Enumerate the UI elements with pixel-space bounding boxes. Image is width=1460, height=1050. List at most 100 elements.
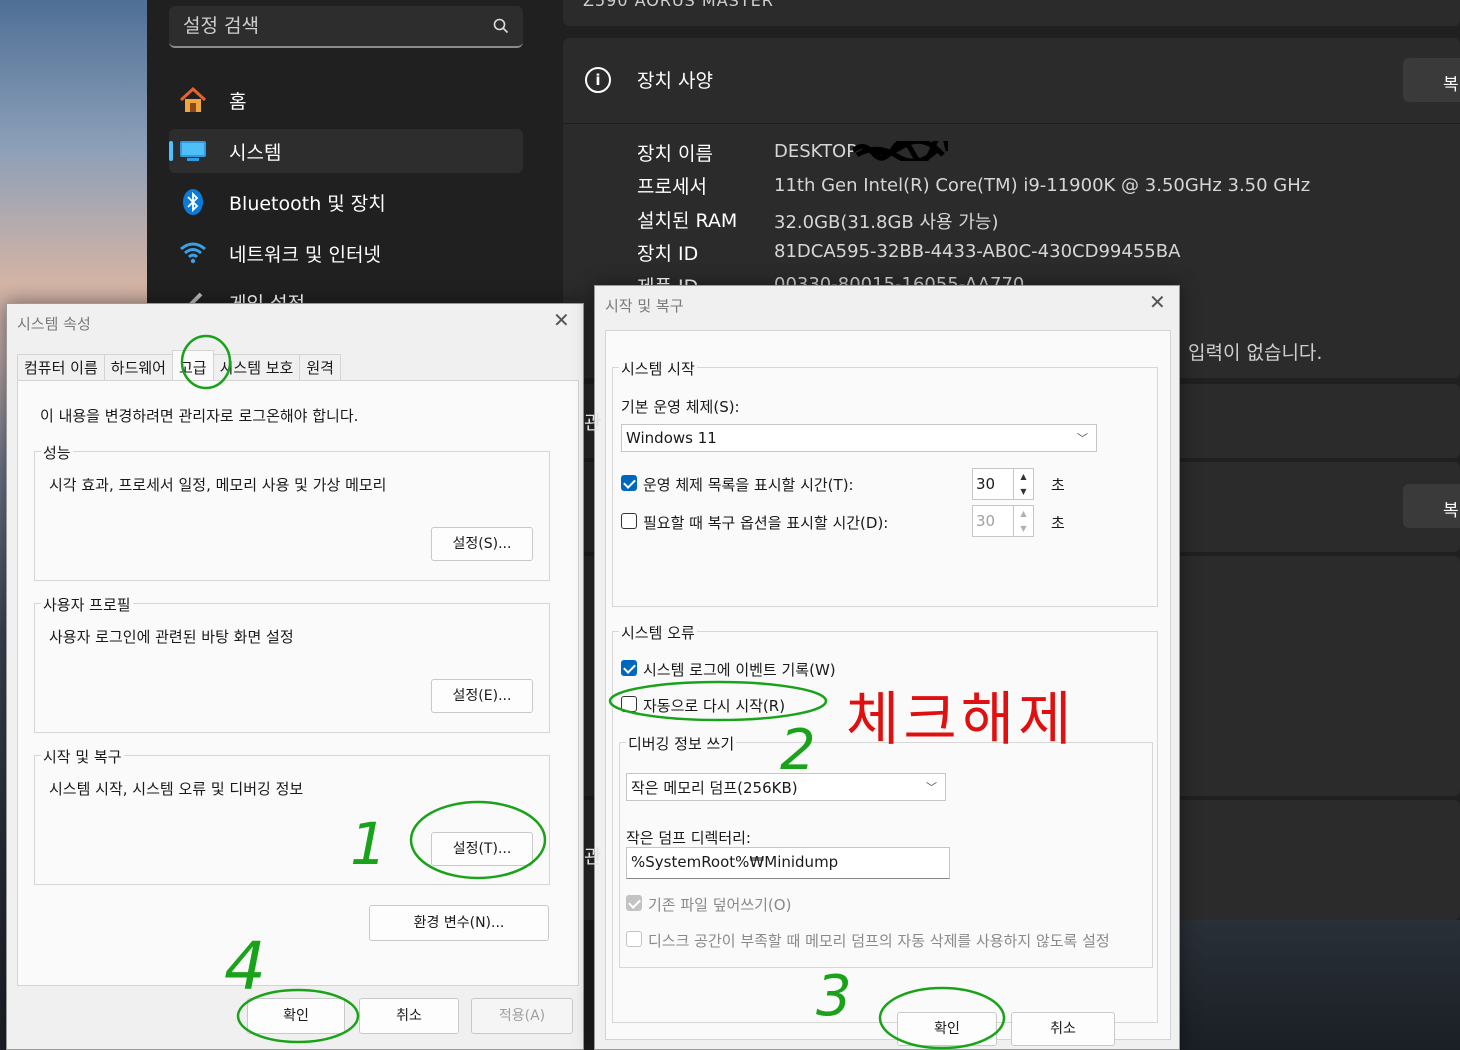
auto-restart-checkbox[interactable] <box>621 696 637 712</box>
spec-value-processor: 11th Gen Intel(R) Core(TM) i9-11900K @ 3… <box>774 175 1311 196</box>
recovery-time-stepper[interactable]: 30 ▲ ▼ <box>972 505 1034 537</box>
debug-type-select[interactable]: 작은 메모리 덤프(256KB) ﹀ <box>626 773 946 801</box>
nav-label: Bluetooth 및 장치 <box>229 192 386 215</box>
spec-label-device-id: 장치 ID <box>637 243 699 265</box>
stepper-value: 30 <box>976 512 996 530</box>
apply-button[interactable]: 적용(A) <box>471 998 573 1034</box>
group-legend: 디버깅 정보 쓰기 <box>626 733 737 754</box>
nav-item-system[interactable]: 시스템 <box>169 129 523 173</box>
system-failure-group: 시스템 오류 시스템 로그에 이벤트 기록(W) 자동으로 다시 시작(R) 디… <box>612 622 1158 1023</box>
pen-touch-value: 입력이 없습니다. <box>1188 342 1323 364</box>
show-recovery-label: 필요할 때 복구 옵션을 표시할 시간(D): <box>643 514 889 532</box>
disable-autodelete-label: 디스크 공간이 부족할 때 메모리 덤프의 자동 삭제를 사용하지 않도록 설정 <box>648 932 1110 950</box>
default-os-select[interactable]: Windows 11 ﹀ <box>621 424 1097 452</box>
bluetooth-icon <box>179 188 207 216</box>
search-input[interactable] <box>183 15 463 37</box>
log-event-checkbox[interactable] <box>621 660 637 676</box>
group-legend: 사용자 프로필 <box>41 594 133 615</box>
performance-settings-button[interactable]: 설정(S)... <box>431 527 533 561</box>
environment-variables-button[interactable]: 환경 변수(N)... <box>369 905 549 941</box>
info-icon: i <box>585 67 611 93</box>
desktop-wallpaper-right <box>1160 920 1460 1050</box>
spec-label-ram: 설치된 RAM <box>637 210 738 232</box>
spec-value-ram: 32.0GB(31.8GB 사용 가능) <box>774 212 999 233</box>
spin-arrows-icon[interactable]: ▲ ▼ <box>1013 506 1033 536</box>
spec-value-device-name: DESKTOP- <box>774 141 864 162</box>
nav-item-home[interactable]: 홈 <box>169 78 523 122</box>
admin-note: 이 내용을 변경하려면 관리자로 로그온해야 합니다. <box>40 407 359 425</box>
ok-button[interactable]: 확인 <box>247 998 345 1034</box>
startup-recovery-group: 시작 및 복구 시스템 시작, 시스템 오류 및 디버깅 정보 설정(T)... <box>34 746 550 885</box>
group-legend: 성능 <box>41 442 73 463</box>
dialog-title: 시스템 속성 <box>17 315 91 333</box>
spec-value-device-id: 81DCA595-32BB-4433-AB0C-430CD99455BA <box>774 241 1181 262</box>
device-spec-header[interactable]: i 장치 사양 복 <box>563 38 1460 124</box>
cancel-button[interactable]: 취소 <box>359 998 459 1034</box>
show-os-list-checkbox[interactable] <box>621 475 637 491</box>
show-recovery-checkbox[interactable] <box>621 513 637 529</box>
close-icon[interactable]: ✕ <box>1149 290 1166 314</box>
home-icon <box>179 86 207 114</box>
select-value: Windows 11 <box>626 429 717 447</box>
startup-settings-button[interactable]: 설정(T)... <box>431 832 533 866</box>
dialog-title: 시작 및 복구 <box>605 297 684 315</box>
tab-strip: 컴퓨터 이름 하드웨어 고급 시스템 보호 원격 <box>17 350 341 380</box>
chevron-down-icon: ﹀ <box>1077 432 1088 445</box>
system-properties-dialog: 시스템 속성 ✕ 컴퓨터 이름 하드웨어 고급 시스템 보호 원격 이 내용을 … <box>6 303 584 1050</box>
wifi-icon <box>179 239 207 267</box>
overwrite-checkbox[interactable] <box>626 895 642 911</box>
nav-item-bluetooth[interactable]: Bluetooth 및 장치 <box>169 180 523 224</box>
partial-text-left-1: 관 <box>584 412 602 434</box>
tab-hardware[interactable]: 하드웨어 <box>103 354 173 380</box>
os-list-time-stepper[interactable]: 30 ▲ ▼ <box>972 468 1034 500</box>
group-legend: 시스템 오류 <box>619 622 697 643</box>
advanced-tab-page: 이 내용을 변경하려면 관리자로 로그온해야 합니다. 성능 시각 효과, 프로… <box>17 380 579 986</box>
chevron-down-icon: ﹀ <box>926 781 937 794</box>
system-startup-group: 시스템 시작 기본 운영 체제(S): Windows 11 ﹀ 운영 체제 목… <box>612 358 1158 607</box>
nav-item-network[interactable]: 네트워크 및 인터넷 <box>169 231 523 275</box>
tab-system-protection[interactable]: 시스템 보호 <box>212 354 301 380</box>
spec-label-processor: 프로세서 <box>637 176 707 198</box>
spin-arrows-icon[interactable]: ▲ ▼ <box>1013 469 1033 499</box>
select-value: 작은 메모리 덤프(256KB) <box>631 778 798 797</box>
copy-button[interactable]: 복 <box>1403 58 1460 102</box>
tab-remote[interactable]: 원격 <box>299 354 341 380</box>
nav-label: 네트워크 및 인터넷 <box>229 243 381 266</box>
stepper-value: 30 <box>976 475 996 493</box>
close-icon[interactable]: ✕ <box>553 308 570 332</box>
debug-info-group: 디버깅 정보 쓰기 작은 메모리 덤프(256KB) ﹀ 작은 덤프 디렉터리:… <box>619 733 1153 968</box>
search-icon <box>493 18 509 34</box>
user-profiles-group: 사용자 프로필 사용자 로그인에 관련된 바탕 화면 설정 설정(E)... <box>34 594 550 733</box>
copy-button-2[interactable]: 복 <box>1403 484 1460 528</box>
device-model-name: Z590 AORUS MASTER <box>583 0 774 10</box>
group-description: 시스템 시작, 시스템 오류 및 디버깅 정보 <box>49 780 304 798</box>
disable-autodelete-checkbox[interactable] <box>626 931 642 947</box>
settings-search-box[interactable] <box>169 6 523 48</box>
profile-settings-button[interactable]: 설정(E)... <box>431 679 533 713</box>
spec-label-device-name: 장치 이름 <box>637 143 713 165</box>
group-description: 사용자 로그인에 관련된 바탕 화면 설정 <box>49 628 294 646</box>
auto-restart-label: 자동으로 다시 시작(R) <box>643 697 786 715</box>
log-event-label: 시스템 로그에 이벤트 기록(W) <box>643 661 836 679</box>
seconds-unit: 초 <box>1051 476 1065 494</box>
overwrite-label: 기존 파일 덮어쓰기(O) <box>648 896 792 914</box>
group-legend: 시스템 시작 <box>619 358 697 379</box>
dump-dir-label: 작은 덤프 디렉터리: <box>626 829 751 847</box>
tab-advanced[interactable]: 고급 <box>171 350 214 380</box>
startup-page: 시스템 시작 기본 운영 체제(S): Windows 11 ﹀ 운영 체제 목… <box>605 330 1171 1040</box>
group-legend: 시작 및 복구 <box>41 746 124 767</box>
nav-label: 홈 <box>229 90 247 113</box>
show-os-list-label: 운영 체제 목록을 표시할 시간(T): <box>643 476 854 494</box>
seconds-unit: 초 <box>1051 514 1065 532</box>
performance-group: 성능 시각 효과, 프로세서 일정, 메모리 사용 및 가상 메모리 설정(S)… <box>34 442 550 581</box>
nav-label: 시스템 <box>229 141 282 164</box>
redaction-scribble <box>853 141 948 161</box>
ok-button[interactable]: 확인 <box>897 1012 997 1046</box>
device-spec-title: 장치 사양 <box>637 70 713 92</box>
cancel-button[interactable]: 취소 <box>1011 1012 1115 1046</box>
partial-text-left-2: 관 <box>584 846 602 868</box>
default-os-label: 기본 운영 체제(S): <box>621 398 740 416</box>
dump-dir-input[interactable]: %SystemRoot%₩Minidump <box>626 847 950 879</box>
group-description: 시각 효과, 프로세서 일정, 메모리 사용 및 가상 메모리 <box>49 476 387 494</box>
tab-computer-name[interactable]: 컴퓨터 이름 <box>17 354 105 380</box>
